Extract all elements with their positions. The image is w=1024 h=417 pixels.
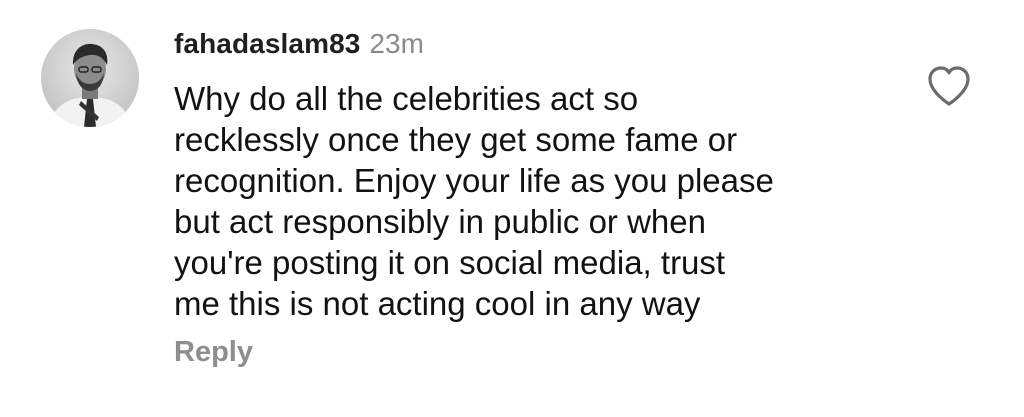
comment-text: Why do all the celebrities act so reckle…: [174, 78, 894, 324]
comment-text-line: me this is not acting cool in any way: [174, 285, 701, 322]
reply-button[interactable]: Reply: [174, 336, 253, 369]
comment-item: fahadaslam83 23m Why do all the celebrit…: [0, 0, 1024, 417]
username-link[interactable]: fahadaslam83: [174, 28, 360, 60]
comment-text-line: recklessly once they get some fame or: [174, 121, 738, 158]
avatar[interactable]: [41, 29, 139, 127]
comment-text-line: you're posting it on social media, trust: [174, 244, 726, 281]
comment-text-line: Why do all the celebrities act so: [174, 80, 639, 117]
comment-text-line: recognition. Enjoy your life as you plea…: [174, 162, 774, 199]
comment-timestamp: 23m: [369, 28, 424, 59]
heart-outline-icon: [928, 66, 970, 106]
avatar-image: [41, 29, 139, 127]
comment-header: fahadaslam83 23m: [174, 24, 894, 64]
comment-text-line: but act responsibly in public or when: [174, 203, 706, 240]
like-button[interactable]: [925, 64, 973, 108]
comment-body: fahadaslam83 23m Why do all the celebrit…: [174, 24, 894, 369]
